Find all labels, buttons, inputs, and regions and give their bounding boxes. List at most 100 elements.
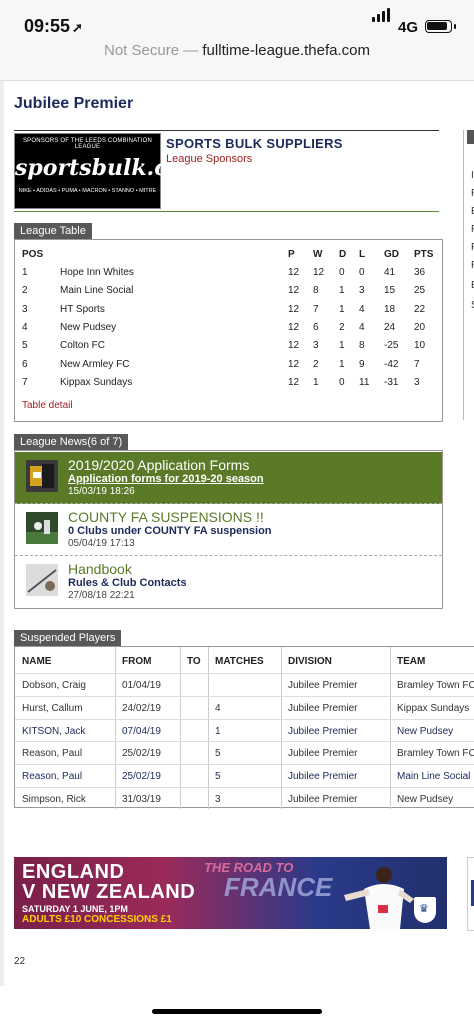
cell-division[interactable]: Jubilee Premier	[288, 794, 357, 805]
suspended-row: Reason, Paul 25/02/19 5 Jubilee Premier Main…	[15, 764, 474, 788]
news-thumbnail-icon	[26, 460, 58, 492]
col-gd: GD	[384, 249, 399, 260]
status-bar: 09:55 ➚ 4G	[0, 0, 474, 42]
news-item[interactable]: 2019/2020 Application Forms Application …	[15, 452, 442, 504]
cell-from: 01/04/19	[122, 680, 161, 691]
clock: 09:55 ➚	[24, 16, 83, 37]
cell-name[interactable]: Hurst, Callum	[22, 703, 83, 714]
cell-team[interactable]: New Pudsey	[397, 794, 453, 805]
cell-team[interactable]: Bramley Town FC	[397, 680, 474, 691]
league-table-row: 3 HT Sports 12 7 1 4 18 22	[15, 301, 442, 319]
league-table-row: 4 New Pudsey 12 6 2 4 24 20	[15, 319, 442, 337]
news-item[interactable]: Handbook Rules & Club Contacts 27/08/18 …	[15, 556, 442, 608]
network-type: 4G	[398, 19, 419, 36]
home-indicator[interactable]	[152, 1009, 322, 1014]
cell-pos: 4	[22, 321, 28, 333]
cell-gd: -31	[384, 376, 399, 388]
banner-line-2: V NEW ZEALAND	[22, 881, 196, 903]
col-division: DIVISION	[288, 656, 332, 667]
cell-w: 3	[313, 340, 319, 352]
cell-team[interactable]: Main Line Social	[60, 285, 133, 296]
logo-top-text: SPONSORS OF THE LEEDS COMBINATION LEAGUE	[22, 138, 153, 150]
cell-name[interactable]: Dobson, Craig	[22, 680, 86, 691]
cell-pts: 10	[414, 340, 426, 352]
col-pos: POS	[22, 249, 44, 260]
cell-pts: 22	[414, 303, 426, 315]
cell-team[interactable]: HT Sports	[60, 304, 105, 315]
cell-l: 8	[359, 340, 365, 352]
cell-p: 12	[288, 321, 300, 333]
cell-d: 1	[339, 340, 345, 352]
news-item[interactable]: COUNTY FA SUSPENSIONS !! 0 Clubs under C…	[15, 504, 442, 556]
cell-pos: 5	[22, 340, 28, 352]
cell-division[interactable]: Jubilee Premier	[288, 680, 357, 691]
suspended-row: KITSON, Jack 07/04/19 1 Jubilee Premier New …	[15, 718, 474, 743]
cell-gd: 18	[384, 303, 396, 315]
suspended-row: Reason, Paul 25/02/19 5 Jubilee Premier Bram…	[15, 741, 474, 765]
cell-pts: 7	[414, 358, 420, 370]
cell-l: 9	[359, 358, 365, 370]
league-table-tab: League Table	[14, 223, 92, 239]
cell-team[interactable]: Bramley Town FC	[397, 748, 474, 759]
right-side-panel: I F E F F F E S	[463, 130, 474, 420]
news-thumbnail-icon	[26, 512, 58, 544]
league-table-row: 5 Colton FC 12 3 1 8 -25 10	[15, 337, 442, 355]
col-d: D	[339, 249, 347, 260]
logo-main-text: sportsbulk.co.uk	[15, 155, 221, 181]
cell-l: 11	[359, 376, 370, 388]
cell-team[interactable]: New Pudsey	[60, 322, 116, 333]
cell-team[interactable]: New Pudsey	[397, 726, 453, 737]
news-date: 05/04/19 17:13	[68, 538, 135, 549]
england-v-new-zealand-banner[interactable]: ENGLAND V NEW ZEALAND SATURDAY 1 JUNE, 1…	[14, 857, 447, 929]
news-thumbnail-icon	[26, 564, 58, 596]
news-date: 27/08/18 22:21	[68, 590, 135, 601]
banner-france: FRANCE	[224, 872, 333, 902]
cell-pts: 36	[414, 267, 426, 278]
col-to: TO	[187, 656, 201, 667]
cell-w: 8	[313, 285, 319, 297]
cell-name[interactable]: KITSON, Jack	[22, 726, 85, 737]
cell-pos: 7	[22, 376, 28, 388]
cell-division[interactable]: Jubilee Premier	[288, 703, 357, 714]
battery-icon	[425, 20, 456, 33]
col-team: TEAM	[397, 656, 426, 667]
cell-from: 31/03/19	[122, 794, 161, 805]
sponsor-name-link[interactable]: SPORTS BULK SUPPLIERS	[166, 136, 343, 151]
cell-name[interactable]: Reason, Paul	[22, 748, 82, 759]
cell-team[interactable]: Hope Inn Whites	[60, 267, 134, 278]
cell-team[interactable]: Colton FC	[60, 340, 105, 351]
banner-prices: ADULTS £10 CONCESSIONS £1	[22, 914, 172, 925]
cell-from: 25/02/19	[122, 771, 161, 783]
cell-team[interactable]: New Armley FC	[60, 359, 129, 370]
banner-date: SATURDAY 1 JUNE, 1PM	[22, 904, 128, 914]
address-bar[interactable]: Not Secure — fulltime-league.thefa.com	[0, 42, 474, 81]
page-title: Jubilee Premier	[14, 95, 134, 112]
news-subtitle-link[interactable]: Application forms for 2019-20 season	[68, 473, 264, 485]
cell-team[interactable]: Main Line Social	[397, 771, 470, 782]
cell-team[interactable]: Kippax Sundays	[397, 703, 469, 714]
cell-pos: 1	[22, 267, 28, 278]
cell-p: 12	[288, 303, 300, 315]
col-from: FROM	[122, 656, 152, 667]
cell-division[interactable]: Jubilee Premier	[288, 748, 357, 759]
table-detail-link[interactable]: Table detail	[22, 400, 73, 411]
page-content: Jubilee Premier SPONSORS OF THE LEEDS CO…	[4, 81, 474, 986]
news-subtitle-link[interactable]: 0 Clubs under COUNTY FA suspension	[68, 525, 272, 537]
cell-d: 0	[339, 376, 345, 388]
cell-division[interactable]: Jubilee Premier	[288, 771, 357, 782]
side-panel-header	[467, 130, 474, 144]
news-subtitle-link[interactable]: Rules & Club Contacts	[68, 577, 187, 589]
suspended-row: Simpson, Rick 31/03/19 3 Jubilee Premier New…	[15, 787, 474, 811]
cell-name[interactable]: Simpson, Rick	[22, 794, 86, 805]
league-table-row: 1 Hope Inn Whites 12 12 0 0 41 36	[15, 264, 442, 282]
cell-d: 0	[339, 267, 345, 278]
cell-division[interactable]: Jubilee Premier	[288, 726, 357, 737]
cell-name[interactable]: Reason, Paul	[22, 771, 82, 782]
cell-matches: 5	[215, 771, 221, 783]
cell-from: 07/04/19	[122, 725, 161, 737]
sponsor-logo[interactable]: SPONSORS OF THE LEEDS COMBINATION LEAGUE…	[14, 133, 221, 209]
cell-team[interactable]: Kippax Sundays	[60, 377, 132, 388]
news-date: 15/03/19 18:26	[68, 486, 135, 497]
side-ad[interactable]	[467, 857, 474, 931]
cell-d: 2	[339, 321, 345, 333]
